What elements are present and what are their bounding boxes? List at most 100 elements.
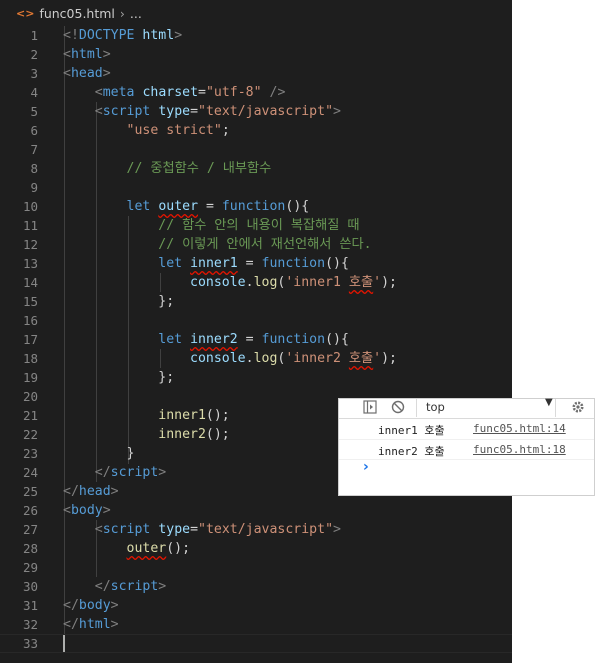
- line-number: 7: [30, 142, 38, 157]
- code-line[interactable]: // 중첩함수 / 내부함수: [63, 159, 512, 178]
- code-token: >: [158, 465, 167, 480]
- line-number: 19: [22, 370, 38, 385]
- code-token: >: [333, 104, 341, 119]
- code-line[interactable]: console.log('inner2 호출');: [63, 349, 512, 368]
- code-editor[interactable]: <> func05.html › ... 1 2 3 4 5 6 7 8 9 10 11 12 13 14…: [0, 0, 512, 663]
- code-line[interactable]: // 이렇게 안에서 재선언해서 쓴다.: [63, 235, 512, 254]
- gear-icon[interactable]: [571, 400, 585, 417]
- breadcrumb-symbol[interactable]: ...: [130, 6, 142, 21]
- console-message: inner2 호출 func05.html:18: [339, 439, 594, 460]
- code-line[interactable]: [63, 140, 512, 159]
- code-token: <: [94, 104, 103, 119]
- code-token: >: [158, 579, 167, 594]
- code-line[interactable]: <meta charset="utf-8" />: [63, 83, 512, 102]
- code-line[interactable]: </body>: [63, 596, 512, 615]
- code-token: =: [198, 85, 206, 100]
- code-token: "text/javascript": [198, 104, 334, 119]
- sidebar-toggle-icon[interactable]: [363, 400, 377, 417]
- code-line[interactable]: [63, 178, 512, 197]
- code-token: script: [102, 522, 151, 537]
- context-selector[interactable]: top: [426, 400, 445, 414]
- code-line[interactable]: <html>: [63, 45, 512, 64]
- code-line[interactable]: };: [63, 368, 512, 387]
- code-token: type: [158, 522, 191, 537]
- line-number: 12: [22, 237, 38, 252]
- code-line[interactable]: let inner1 = function(){: [63, 254, 512, 273]
- code-line[interactable]: let outer = function(){: [63, 197, 512, 216]
- code-token: let: [158, 332, 183, 347]
- code-token: (){: [285, 199, 310, 214]
- code-token: "utf-8": [205, 85, 262, 100]
- code-token: "text/javascript": [198, 522, 334, 537]
- code-token: <: [63, 66, 71, 81]
- code-line[interactable]: <body>: [63, 501, 512, 520]
- code-token: </: [94, 465, 111, 480]
- code-line[interactable]: "use strict";: [63, 121, 512, 140]
- code-line[interactable]: [63, 311, 512, 330]
- code-token: 호출: [348, 275, 374, 290]
- code-line[interactable]: outer();: [63, 539, 512, 558]
- line-number: 32: [22, 617, 38, 632]
- line-number: 4: [30, 85, 38, 100]
- code-line[interactable]: </html>: [63, 615, 512, 634]
- code-area[interactable]: <!DOCTYPE html> <html> <head> <meta charse…: [63, 26, 512, 653]
- code-token: meta: [102, 85, 135, 100]
- line-number: 5: [30, 104, 38, 119]
- clear-console-icon[interactable]: [391, 400, 405, 417]
- code-token: function: [221, 199, 286, 214]
- code-line[interactable]: <script type="text/javascript">: [63, 102, 512, 121]
- text-cursor: [63, 635, 65, 652]
- code-line[interactable]: [63, 558, 512, 577]
- console-source-link[interactable]: func05.html:14: [473, 422, 566, 435]
- toolbar-divider: [555, 399, 556, 417]
- code-token: html: [70, 47, 103, 62]
- code-token: charset: [142, 85, 199, 100]
- console-toolbar: top ▼: [339, 397, 594, 419]
- line-number: 33: [22, 636, 38, 651]
- code-token: head: [78, 484, 111, 499]
- line-number: 20: [22, 389, 38, 404]
- code-token: <: [94, 522, 103, 537]
- code-line[interactable]: let inner2 = function(){: [63, 330, 512, 349]
- line-number: 27: [22, 522, 38, 537]
- console-source-link[interactable]: func05.html:18: [473, 443, 566, 456]
- code-line[interactable]: </script>: [63, 577, 512, 596]
- code-token: inner1: [190, 256, 238, 271]
- line-number: 24: [22, 465, 38, 480]
- code-token: // 함수 안의 내용이 복잡해질 때: [158, 218, 360, 233]
- code-token: ();: [166, 541, 191, 556]
- code-token: DOCTYPE: [78, 28, 135, 43]
- code-line[interactable]: <!DOCTYPE html>: [63, 26, 512, 45]
- code-line[interactable]: // 함수 안의 내용이 복잡해질 때: [63, 216, 512, 235]
- dropdown-caret-icon[interactable]: ▼: [545, 397, 553, 408]
- code-token: inner2: [158, 427, 206, 442]
- code-line[interactable]: };: [63, 292, 512, 311]
- code-token: </: [63, 598, 79, 613]
- code-token: =: [237, 256, 262, 271]
- code-token: 호출: [348, 351, 374, 366]
- code-token: }: [63, 446, 135, 461]
- console-prompt[interactable]: ›: [339, 459, 594, 480]
- code-line[interactable]: <script type="text/javascript">: [63, 520, 512, 539]
- breadcrumb-file[interactable]: func05.html: [39, 6, 114, 21]
- line-number: 16: [22, 313, 38, 328]
- line-number: 29: [22, 560, 38, 575]
- code-line[interactable]: [63, 634, 512, 653]
- console-message-text: inner1 호출: [378, 424, 445, 437]
- code-line[interactable]: console.log('inner1 호출');: [63, 273, 512, 292]
- line-number: 13: [22, 256, 38, 271]
- line-number: 6: [30, 123, 38, 138]
- line-number-gutter: 1 2 3 4 5 6 7 8 9 10 11 12 13 14 15 16 17 18 19 20 21 22 23 24 2…: [0, 26, 52, 653]
- code-token: body: [78, 598, 111, 613]
- code-token: </: [94, 579, 111, 594]
- code-token: (){: [325, 256, 349, 271]
- code-line[interactable]: <head>: [63, 64, 512, 83]
- code-token: "use strict": [126, 123, 222, 138]
- code-token: html: [142, 28, 175, 43]
- line-number: 11: [22, 218, 38, 233]
- code-token: html: [78, 617, 111, 632]
